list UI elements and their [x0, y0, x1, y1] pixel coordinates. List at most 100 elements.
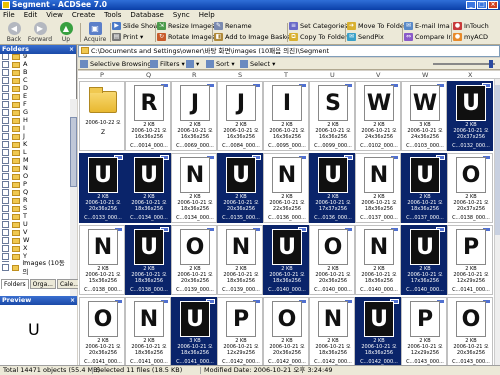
menu-database[interactable]: Database: [130, 10, 163, 20]
acquire-button[interactable]: ▣ Acquire: [81, 21, 109, 44]
thumbnail-item[interactable]: U2 KB 2006-10-21 오 18x36x256 C...0140_000..…: [263, 225, 309, 295]
checkbox-icon[interactable]: [2, 245, 9, 252]
view-mode-button[interactable]: ▾: [186, 59, 199, 69]
checkbox-icon[interactable]: [2, 141, 9, 148]
copy-to-folder-button[interactable]: ⧉ Copy To Folder: [289, 32, 348, 42]
email-images-button[interactable]: ✉ E-mail Ima: [404, 21, 450, 31]
close-pane-icon[interactable]: ×: [69, 45, 74, 54]
checkbox-icon[interactable]: [2, 253, 9, 260]
checkbox-icon[interactable]: [2, 149, 9, 156]
menu-view[interactable]: View: [46, 10, 63, 20]
folder-tree-scrollbar[interactable]: [70, 99, 77, 307]
menu-sync[interactable]: Sync: [173, 10, 190, 20]
thumbnail-item[interactable]: O2 KB 2006-10-21 오 20x36x256 C...0139_000..…: [171, 225, 217, 295]
slide-show-button[interactable]: ▶ Slide Show: [112, 21, 158, 31]
close-button[interactable]: ×: [488, 1, 498, 9]
rotate-images-button[interactable]: ↻ Rotate Images: [157, 32, 215, 42]
thumbnail-size-slider[interactable]: [433, 60, 495, 68]
thumbnail-item[interactable]: U2 KB 2006-10-21 오 20x36x256 C...0135_000..…: [217, 153, 263, 223]
maximize-button[interactable]: □: [477, 1, 487, 9]
checkbox-icon[interactable]: [2, 93, 9, 100]
checkbox-icon[interactable]: [2, 213, 9, 220]
thumbnail-item[interactable]: O2 KB 2006-10-21 오 20x37x256 C...0138_000..…: [447, 153, 493, 223]
thumbnail-item[interactable]: N2 KB 2006-10-21 오 18x36x256 C...0142_000..…: [309, 297, 355, 367]
checkbox-icon[interactable]: [2, 181, 9, 188]
intouch-button[interactable]: ● InTouch: [453, 21, 489, 31]
checkbox-icon[interactable]: [2, 165, 9, 172]
checkbox-icon[interactable]: [2, 173, 9, 180]
thumbnail-item[interactable]: P2 KB 2006-10-21 오 12x29x256 C...0141_000..…: [447, 225, 493, 295]
back-button[interactable]: ◀ Back: [1, 21, 27, 44]
sort-button[interactable]: Sort ▾: [206, 59, 235, 69]
checkbox-icon[interactable]: [2, 101, 9, 108]
checkbox-icon[interactable]: [2, 261, 9, 262]
checkbox-icon[interactable]: [2, 229, 9, 236]
thumbnail-item[interactable]: R2 KB 2006-10-21 오 16x36x256 C...0014_000..…: [125, 81, 171, 151]
checkbox-icon[interactable]: [2, 221, 9, 228]
thumbnail-item[interactable]: U2 KB 2006-10-21 오 20x37x256 C...0132_000..…: [447, 81, 493, 151]
checkbox-icon[interactable]: [2, 237, 9, 244]
thumbnail-item[interactable]: W3 KB 2006-10-21 오 24x36x256 C...0103_000..…: [401, 81, 447, 151]
thumbnail-item[interactable]: S2 KB 2006-10-21 오 16x36x256 C...0099_000..…: [309, 81, 355, 151]
thumbnail-item[interactable]: J2 KB 2006-10-21 오 16x36x256 C...0069_000..…: [171, 81, 217, 151]
thumbnail-item[interactable]: W2 KB 2006-10-21 오 24x36x256 C...0102_000..…: [355, 81, 401, 151]
move-to-folder-button[interactable]: ➜ Move To Folder: [347, 21, 407, 31]
thumbnail-item[interactable]: O2 KB 2006-10-21 오 20x36x256 C...0140_000..…: [309, 225, 355, 295]
checkbox-icon[interactable]: [2, 157, 9, 164]
thumbnail-item[interactable]: U2 KB 2006-10-21 오 18x36x256 C...0142_000..…: [355, 297, 401, 367]
checkbox-icon[interactable]: [2, 133, 9, 140]
thumbnail-item[interactable]: 2006-10-22 오 Z: [79, 81, 125, 151]
minimize-button[interactable]: _: [466, 1, 476, 9]
thumbnail-item[interactable]: O2 KB 2006-10-21 오 20x36x256 C...0143_000..…: [447, 297, 493, 367]
checkbox-icon[interactable]: [2, 205, 9, 212]
address-bar[interactable]: C:\Documents and Settings\owner\바탕 화면\im…: [78, 45, 500, 57]
thumbnail-item[interactable]: U2 KB 2006-10-21 오 18x36x256 C...0137_000..…: [401, 153, 447, 223]
thumbnail-item[interactable]: U3 KB 2006-10-21 오 18x36x256 C...0141_000..…: [171, 297, 217, 367]
checkbox-icon[interactable]: [2, 189, 9, 196]
add-to-basket-button[interactable]: ◧ Add to Image Basket: [214, 32, 293, 42]
checkbox-icon[interactable]: [2, 117, 9, 124]
menu-file[interactable]: File: [3, 10, 15, 20]
thumbnail-item[interactable]: U2 KB 2006-10-21 오 18x36x256 C...0134_000..…: [125, 153, 171, 223]
thumbnail-item[interactable]: N2 KB 2006-10-21 오 18x36x256 C...0141_000..…: [125, 297, 171, 367]
select-button[interactable]: Select ▾: [240, 59, 275, 69]
thumbnail-item[interactable]: N2 KB 2006-10-21 오 18x36x256 C...0134_000..…: [171, 153, 217, 223]
checkbox-icon[interactable]: [2, 85, 9, 92]
thumbnail-item[interactable]: N2 KB 2006-10-21 오 18x36x256 C...0140_000..…: [355, 225, 401, 295]
thumbnail-item[interactable]: N2 KB 2006-10-21 오 18x36x256 C...0139_000..…: [217, 225, 263, 295]
thumbnail-item[interactable]: J2 KB 2006-10-21 오 16x36x256 C...0084_000..…: [217, 81, 263, 151]
thumbnail-item[interactable]: O2 KB 2006-10-21 오 20x36x256 C...0141_000..…: [79, 297, 125, 367]
checkbox-icon[interactable]: [2, 125, 9, 132]
print-button[interactable]: ▤ Print ▾: [112, 32, 143, 42]
checkbox-icon[interactable]: [2, 77, 9, 84]
thumbnail-item[interactable]: U2 KB 2006-10-21 오 20x36x256 C...0133_000..…: [79, 153, 125, 223]
thumbnail-item[interactable]: P2 KB 2006-10-21 오 12x29x256 C...0142_000..…: [217, 297, 263, 367]
checkbox-icon[interactable]: [2, 109, 9, 116]
checkbox-icon[interactable]: [2, 69, 9, 76]
thumbnail-item[interactable]: N2 KB 2006-10-21 오 18x36x256 C...0137_000..…: [355, 153, 401, 223]
checkbox-icon[interactable]: [2, 197, 9, 204]
thumbnail-item[interactable]: P2 KB 2006-10-21 오 12x29x256 C...0143_000..…: [401, 297, 447, 367]
selective-browsing-button[interactable]: Selective Browsing: [80, 59, 152, 69]
up-button[interactable]: ▲ Up: [53, 21, 79, 44]
thumbnail-scrollbar[interactable]: [494, 79, 500, 365]
menu-edit[interactable]: Edit: [24, 10, 38, 20]
thumbnail-item[interactable]: N2 KB 2006-10-21 오 15x36x256 C...0138_000..…: [79, 225, 125, 295]
set-categories-button[interactable]: ≡Set Categories ▾: [289, 21, 353, 31]
thumbnail-item[interactable]: U2 KB 2006-10-21 오 18x36x256 C...0138_000..…: [125, 225, 171, 295]
thumbnail-item[interactable]: I2 KB 2006-10-21 오 16x36x256 C...0095_000..…: [263, 81, 309, 151]
forward-button[interactable]: ▶ Forward: [27, 21, 53, 44]
menu-help[interactable]: Help: [199, 10, 215, 20]
menu-create[interactable]: Create: [72, 10, 95, 20]
checkbox-icon[interactable]: [2, 61, 9, 68]
filters-button[interactable]: Filters ▾: [150, 59, 185, 69]
close-preview-icon[interactable]: ×: [70, 296, 75, 305]
resize-images-button[interactable]: ⇲ Resize Images: [157, 21, 215, 31]
thumbnail-item[interactable]: N2 KB 2006-10-21 오 22x36x256 C...0136_000..…: [263, 153, 309, 223]
folder-item-images[interactable]: images (10동 의: [0, 259, 70, 276]
sendpix-button[interactable]: ✉ SendPix: [347, 32, 384, 42]
thumbnail-item[interactable]: O2 KB 2006-10-21 오 20x36x256 C...0142_000..…: [263, 297, 309, 367]
thumbnail-item[interactable]: U2 KB 2006-10-21 오 17x36x256 C...0140_000..…: [401, 225, 447, 295]
rename-button[interactable]: ✎ Rename: [214, 21, 252, 31]
myacd-button[interactable]: ● myACD: [453, 32, 488, 42]
